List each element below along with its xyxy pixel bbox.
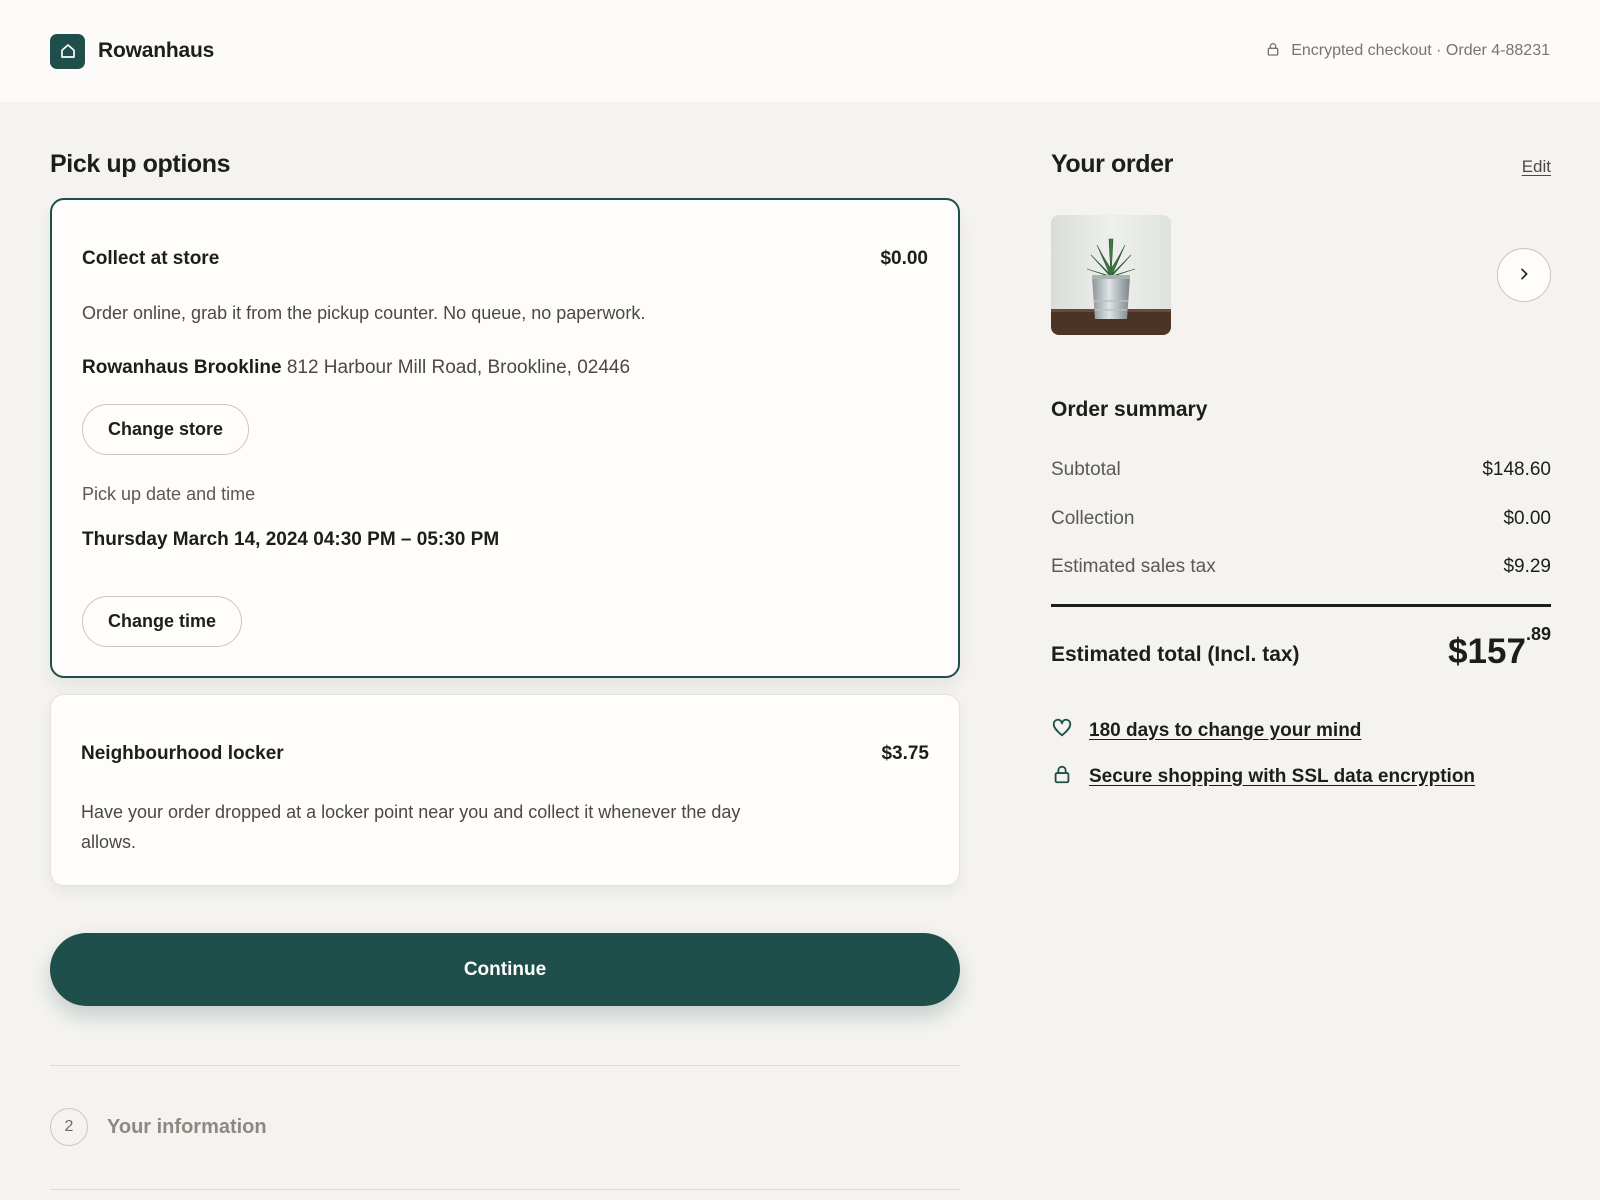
summary-row-tax: Estimated sales tax $9.29: [1051, 556, 1551, 578]
option-description: Have your order dropped at a locker poin…: [81, 802, 741, 852]
store-name: Rowanhaus Brookline: [82, 357, 282, 378]
home-icon: [50, 33, 85, 69]
total-amount: $157 .89: [1448, 624, 1551, 669]
option-price: $0.00: [880, 248, 928, 269]
summary-row-collection: Collection $0.00: [1051, 508, 1551, 530]
divider: [50, 1189, 960, 1190]
edit-order-link[interactable]: Edit: [1522, 157, 1551, 177]
ssl-link[interactable]: Secure shopping with SSL data encryption: [1089, 766, 1475, 788]
page-title: Pick up options: [50, 150, 231, 178]
option-header: Neighbourhood locker $3.75: [81, 743, 929, 765]
total-divider: [1051, 604, 1551, 607]
product-thumbnail[interactable]: [1051, 215, 1171, 335]
option-price: $3.75: [881, 743, 929, 764]
option-description: Order online, grab it from the pickup co…: [82, 303, 646, 323]
secure-checkout-note: Encrypted checkout · Order 4-88231: [1265, 41, 1550, 62]
brand[interactable]: Rowanhaus: [50, 33, 215, 69]
step-your-information: 2 Your information: [50, 1108, 267, 1146]
option-title: Neighbourhood locker: [81, 743, 284, 764]
heart-icon: [1051, 717, 1073, 744]
order-title: Your order: [1051, 150, 1173, 178]
chevron-right-icon: [1516, 266, 1532, 285]
summary-label: Collection: [1051, 508, 1135, 529]
change-time-button[interactable]: Change time: [82, 596, 243, 647]
next-item-button[interactable]: [1497, 248, 1551, 302]
brand-name: Rowanhaus: [98, 39, 215, 62]
option-title: Collect at store: [82, 248, 220, 269]
pickup-date-label: Pick up date and time: [82, 484, 256, 504]
site-header: Rowanhaus Encrypted checkout · Order 4-8…: [0, 0, 1600, 102]
total-cents: .89: [1525, 624, 1551, 644]
store-line: Rowanhaus Brookline 812 Harbour Mill Roa…: [82, 357, 630, 379]
summary-value: $148.60: [1482, 459, 1551, 480]
option-header: Collect at store $0.00: [82, 248, 928, 270]
summary-label: Subtotal: [1051, 459, 1121, 480]
store-address: 812 Harbour Mill Road, Brookline, 02446: [286, 357, 631, 378]
perk-returns: 180 days to change your mind: [1051, 717, 1361, 744]
step-number: 2: [50, 1108, 88, 1146]
divider: [50, 1065, 960, 1066]
lock-icon: [1265, 41, 1281, 62]
summary-value: $0.00: [1503, 508, 1551, 529]
returns-link[interactable]: 180 days to change your mind: [1089, 720, 1361, 742]
option-collect-at-store[interactable]: Collect at store $0.00 Order online, gra…: [50, 198, 960, 678]
pickup-section: Pick up options Collect at store $0.00 O…: [50, 150, 960, 1190]
change-store-button[interactable]: Change store: [82, 404, 250, 455]
pickup-datetime: Thursday March 14, 2024 04:30 PM – 05:30…: [82, 529, 500, 550]
summary-row-subtotal: Subtotal $148.60: [1051, 459, 1551, 481]
step-label: Your information: [107, 1115, 267, 1138]
order-summary-title: Order summary: [1051, 398, 1208, 421]
perk-security: Secure shopping with SSL data encryption: [1051, 763, 1475, 790]
lock-icon: [1051, 763, 1073, 790]
order-sidebar: Your order Edit Order summary Subtotal $…: [1051, 150, 1551, 787]
summary-value: $9.29: [1503, 556, 1551, 577]
secure-note-text: Encrypted checkout · Order 4-88231: [1291, 42, 1550, 59]
continue-button[interactable]: Continue: [50, 933, 960, 1006]
option-neighbourhood-locker[interactable]: Neighbourhood locker $3.75 Have your ord…: [50, 694, 960, 886]
summary-label: Estimated sales tax: [1051, 556, 1216, 577]
total-label: Estimated total (Incl. tax): [1051, 643, 1300, 666]
order-header: Your order Edit: [1051, 150, 1551, 179]
total-dollars: $157: [1448, 632, 1526, 671]
